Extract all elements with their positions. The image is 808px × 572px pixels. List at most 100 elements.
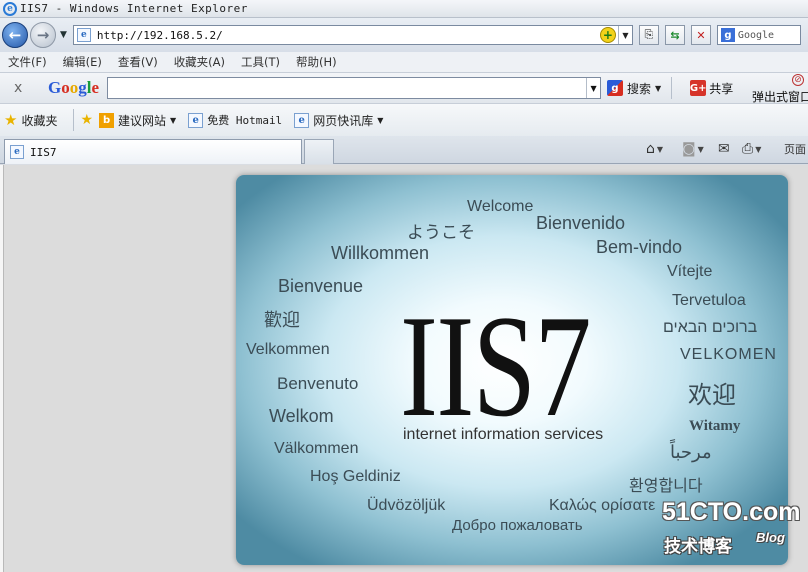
rss-icon: ◙ (682, 141, 696, 157)
iis7-subtitle: internet information services (403, 426, 604, 443)
google-toolbar: x Google ▼ g 搜索 ▼ G+ 共享 ⊘ 弹出式窗口 (0, 72, 808, 104)
feeds-button[interactable]: ◙ ▼ (682, 141, 704, 157)
chevron-down-icon[interactable]: ▼ (755, 145, 761, 154)
chevron-down-icon[interactable]: ▼ (170, 116, 176, 125)
welcome-word: Welkom (269, 406, 334, 426)
ie-page-icon: e (10, 145, 24, 159)
toolbar-separator (671, 77, 673, 99)
tab-row: e IIS7 ⌂ ▼ ◙ ▼ ✉ ⎙ ▼ 页面 (0, 136, 808, 164)
back-button[interactable]: ← (2, 22, 28, 48)
suggested-sites-link[interactable]: b 建议网站 ▼ (99, 112, 176, 129)
home-icon: ⌂ (646, 141, 655, 157)
suggested-sites-label: 建议网站 (118, 113, 167, 128)
ie-page-icon: e (294, 112, 310, 128)
chevron-down-icon[interactable]: ▼ (655, 84, 661, 93)
ie-page-icon: e (188, 112, 204, 128)
page-menu-button[interactable]: 页面 (784, 141, 806, 157)
chevron-down-icon[interactable]: ▼ (657, 145, 663, 154)
favorites-separator (73, 109, 75, 131)
menu-file[interactable]: 文件(F) (8, 54, 47, 70)
watermark-blog: Blog (756, 530, 785, 545)
address-dropdown-icon[interactable]: ▼ (617, 26, 632, 44)
chevron-down-icon[interactable]: ▼ (698, 145, 704, 154)
hotmail-label: 免费 Hotmail (207, 114, 283, 127)
menu-view[interactable]: 查看(V) (118, 54, 158, 70)
hotmail-link[interactable]: e 免费 Hotmail (188, 112, 282, 128)
welcome-word: Καλώς ορίσατε (549, 497, 656, 514)
bing-icon: b (99, 112, 115, 128)
menu-favorites[interactable]: 收藏夹(A) (174, 54, 225, 70)
search-engine-label: Google (737, 29, 775, 41)
share-icon: G+ (690, 80, 706, 96)
navigation-bar: ← → ▼ e http://192.168.5.2/ + ▼ ⎘ ⇆ ✕ g … (0, 18, 808, 52)
rss-page-icon[interactable]: ⎘ (638, 25, 659, 45)
mail-icon: ✉ (718, 141, 730, 157)
google-search-label: 搜索 (627, 81, 652, 96)
welcome-word: 환영합니다 (629, 478, 703, 495)
tab-label: IIS7 (30, 145, 57, 159)
print-button[interactable]: ⎙ ▼ (742, 141, 761, 157)
home-button[interactable]: ⌂ ▼ (646, 141, 663, 157)
welcome-word: ようこそ (407, 223, 475, 242)
welcome-word: مرحباً (670, 442, 712, 462)
welcome-word: Üdvözöljük (367, 497, 446, 514)
welcome-word: 欢迎 (688, 381, 736, 409)
web-slice-gallery-link[interactable]: e 网页快讯库 ▼ (294, 112, 383, 129)
search-box[interactable]: g Google (716, 25, 801, 45)
chevron-down-icon[interactable]: ▼ (586, 78, 600, 98)
forward-button[interactable]: → (30, 22, 56, 48)
watermark-site: 51CTO.com (662, 498, 801, 526)
share-button[interactable]: G+ 共享 (690, 80, 733, 97)
welcome-word: Tervetuloa (672, 292, 746, 309)
site-watermark: 51CTO.com 技术博客 Blog (662, 498, 808, 572)
title-bar: e IIS7 - Windows Internet Explorer (0, 0, 808, 18)
google-search-icon: g (720, 28, 735, 42)
favorites-bar: ★ 收藏夹 ★ b 建议网站 ▼ e 免费 Hotmail e 网页快讯库 ▼ (0, 104, 808, 136)
recent-pages-dropdown[interactable]: ▼ (60, 30, 67, 40)
stop-button[interactable]: ✕ (690, 25, 711, 45)
welcome-word: Vítejte (667, 263, 713, 280)
window-title: IIS7 - Windows Internet Explorer (20, 2, 248, 15)
menu-edit[interactable]: 编辑(E) (63, 54, 102, 70)
favorites-label: 收藏夹 (21, 113, 58, 128)
close-toolbar-icon[interactable]: x (14, 80, 28, 96)
address-input[interactable]: http://192.168.5.2/ (97, 29, 600, 42)
welcome-word: Hoş Geldiniz (310, 468, 401, 485)
add-favorite-icon[interactable]: ★ (80, 112, 93, 128)
menu-tools[interactable]: 工具(T) (241, 54, 280, 70)
menu-bar: 文件(F) 编辑(E) 查看(V) 收藏夹(A) 工具(T) 帮助(H) (0, 52, 808, 72)
address-bar[interactable]: e http://192.168.5.2/ + ▼ (72, 25, 633, 45)
tab-iis7[interactable]: e IIS7 (4, 139, 302, 164)
favorites-button[interactable]: ★ 收藏夹 (4, 111, 57, 129)
new-tab-button[interactable] (304, 139, 334, 164)
menu-help[interactable]: 帮助(H) (296, 54, 337, 70)
watermark-sub: 技术博客 (664, 537, 732, 557)
welcome-word: ברוכים הבאים (663, 319, 758, 336)
popup-label: 弹出式窗口 (752, 90, 808, 104)
google-logo: Google (48, 78, 100, 97)
refresh-button[interactable]: ⇆ (664, 25, 685, 45)
welcome-word: Benvenuto (277, 374, 359, 393)
popup-blocker-button[interactable]: ⊘ 弹出式窗口 (752, 73, 808, 104)
web-slice-label: 网页快讯库 (313, 113, 374, 128)
google-search-input[interactable]: ▼ (107, 77, 602, 99)
google-search-button[interactable]: g 搜索 ▼ (607, 80, 661, 97)
google-icon: g (607, 80, 624, 96)
welcome-word: Välkommen (274, 440, 359, 457)
compatibility-view-icon[interactable]: + (599, 27, 616, 43)
welcome-word: Добро пожаловать (452, 517, 583, 534)
chevron-down-icon[interactable]: ▼ (377, 116, 383, 125)
read-mail-button[interactable]: ✉ (718, 141, 730, 157)
welcome-word: Velkommen (246, 341, 330, 358)
page-menu-label: 页面 (784, 143, 806, 156)
viewport-left-edge (0, 165, 4, 572)
welcome-word: VELKOMEN (680, 346, 777, 363)
welcome-word: Bienvenue (278, 276, 364, 296)
welcome-word: Bem-vindo (596, 237, 683, 257)
welcome-word: Bienvenido (536, 213, 626, 233)
welcome-word: 歡迎 (264, 310, 300, 330)
popup-blocked-icon: ⊘ (792, 74, 804, 86)
welcome-word: Witamy (689, 418, 741, 434)
printer-icon: ⎙ (742, 141, 754, 157)
iis7-logo-text: IIS7 (400, 285, 591, 447)
